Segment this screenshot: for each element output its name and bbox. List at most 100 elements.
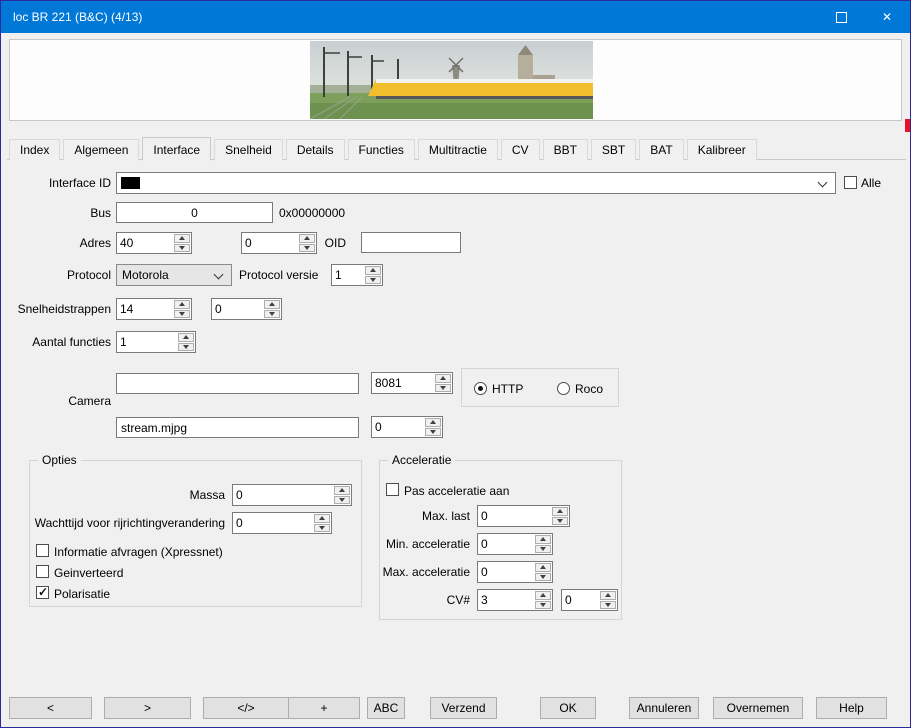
pas-acceleratie-checkbox[interactable] bbox=[386, 483, 399, 496]
tab-details[interactable]: Details bbox=[286, 139, 345, 160]
opties-group-legend: Opties bbox=[38, 453, 81, 467]
annuleren-button[interactable]: Annuleren bbox=[629, 697, 699, 719]
close-icon: ✕ bbox=[882, 10, 892, 24]
min-acceleratie-label: Min. acceleratie bbox=[386, 537, 470, 551]
dialog-window: loc BR 221 (B&C) (4/13) ✕ bbox=[0, 0, 911, 728]
add-button[interactable]: + bbox=[288, 697, 360, 719]
tab-index[interactable]: Index bbox=[9, 139, 60, 160]
protocol-versie-input[interactable] bbox=[332, 265, 365, 285]
tab-bat[interactable]: BAT bbox=[639, 139, 683, 160]
max-acceleratie-spinner bbox=[477, 561, 553, 583]
abc-button[interactable]: ABC bbox=[367, 697, 405, 719]
spin-up-button[interactable] bbox=[174, 234, 190, 243]
spin-up-button[interactable] bbox=[178, 333, 194, 342]
spin-down-button[interactable] bbox=[299, 244, 315, 253]
tab-cv[interactable]: CV bbox=[501, 139, 540, 160]
protocol-versie-spinner bbox=[331, 264, 383, 286]
spin-down-button[interactable] bbox=[552, 517, 568, 526]
camera-protocol-group: HTTP Roco bbox=[461, 368, 619, 407]
close-button[interactable]: ✕ bbox=[864, 1, 910, 33]
help-button[interactable]: Help bbox=[816, 697, 887, 719]
massa-input[interactable] bbox=[233, 485, 334, 505]
spin-up-button[interactable] bbox=[314, 514, 330, 523]
spin-down-button[interactable] bbox=[435, 384, 451, 393]
max-last-input[interactable] bbox=[478, 506, 552, 526]
adres-input[interactable] bbox=[117, 233, 174, 253]
spin-up-button[interactable] bbox=[365, 266, 381, 275]
cv-input-2[interactable] bbox=[562, 590, 600, 610]
spin-up-button[interactable] bbox=[535, 591, 551, 600]
tab-functies[interactable]: Functies bbox=[348, 139, 415, 160]
camera-label: Camera bbox=[68, 394, 111, 408]
tab-kalibreer[interactable]: Kalibreer bbox=[687, 139, 757, 160]
wachttijd-input[interactable] bbox=[233, 513, 314, 533]
tab-bbt[interactable]: BBT bbox=[543, 139, 588, 160]
spin-down-button[interactable] bbox=[174, 244, 190, 253]
spin-up-button[interactable] bbox=[299, 234, 315, 243]
alle-checkbox[interactable] bbox=[844, 176, 857, 189]
polarisatie-checkbox-label: Polarisatie bbox=[54, 587, 110, 601]
spin-up-button[interactable] bbox=[435, 374, 451, 383]
spin-down-button[interactable] bbox=[174, 310, 190, 319]
oid-label: OID bbox=[325, 236, 346, 250]
next-button[interactable]: > bbox=[104, 697, 191, 719]
spin-up-button[interactable] bbox=[600, 591, 616, 600]
spin-down-button[interactable] bbox=[264, 310, 280, 319]
spin-down-button[interactable] bbox=[600, 601, 616, 610]
xpressnet-checkbox[interactable] bbox=[36, 544, 49, 557]
overnemen-button[interactable]: Overnemen bbox=[713, 697, 803, 719]
spin-down-button[interactable] bbox=[535, 601, 551, 610]
interface-id-combobox[interactable] bbox=[116, 172, 836, 194]
camera-input-2[interactable] bbox=[372, 417, 425, 437]
aantal-functies-input[interactable] bbox=[117, 332, 178, 352]
tab-interface[interactable]: Interface bbox=[142, 137, 211, 161]
massa-spinner bbox=[232, 484, 352, 506]
pas-acceleratie-checkbox-label: Pas acceleratie aan bbox=[404, 484, 509, 498]
adres-label: Adres bbox=[80, 236, 111, 250]
aantal-functies-label: Aantal functies bbox=[32, 335, 111, 349]
spin-down-button[interactable] bbox=[535, 573, 551, 582]
camera-spinner-2 bbox=[371, 416, 443, 438]
min-acceleratie-input[interactable] bbox=[478, 534, 535, 554]
spin-down-button[interactable] bbox=[425, 428, 441, 437]
adres-input-2[interactable] bbox=[242, 233, 299, 253]
spin-down-button[interactable] bbox=[314, 524, 330, 533]
spin-up-button[interactable] bbox=[535, 535, 551, 544]
spin-up-button[interactable] bbox=[425, 418, 441, 427]
spin-up-button[interactable] bbox=[535, 563, 551, 572]
ok-button[interactable]: OK bbox=[540, 697, 596, 719]
tab-algemeen[interactable]: Algemeen bbox=[63, 139, 139, 160]
wachttijd-label: Wachttijd voor rijrichtingverandering bbox=[35, 516, 225, 530]
camera-url-input[interactable] bbox=[116, 373, 359, 394]
spin-down-button[interactable] bbox=[178, 343, 194, 352]
maximize-button[interactable] bbox=[818, 1, 864, 33]
http-radio[interactable] bbox=[474, 382, 487, 395]
spin-up-button[interactable] bbox=[334, 486, 350, 495]
spin-down-button[interactable] bbox=[334, 496, 350, 505]
bus-label: Bus bbox=[90, 206, 111, 220]
oid-input[interactable] bbox=[361, 232, 461, 253]
tab-multitractie[interactable]: Multitractie bbox=[418, 139, 498, 160]
spin-up-button[interactable] bbox=[552, 507, 568, 516]
spin-up-button[interactable] bbox=[264, 300, 280, 309]
verzend-button[interactable]: Verzend bbox=[430, 697, 497, 719]
snelheidstrappen-input-2[interactable] bbox=[212, 299, 264, 319]
spin-up-button[interactable] bbox=[174, 300, 190, 309]
protocol-dropdown[interactable]: Motorola bbox=[116, 264, 232, 286]
spin-down-button[interactable] bbox=[535, 545, 551, 554]
roco-radio[interactable] bbox=[557, 382, 570, 395]
spin-down-button[interactable] bbox=[365, 276, 381, 285]
title-bar[interactable]: loc BR 221 (B&C) (4/13) ✕ bbox=[1, 1, 910, 33]
polarisatie-checkbox[interactable] bbox=[36, 586, 49, 599]
tab-sbt[interactable]: SBT bbox=[591, 139, 636, 160]
snelheidstrappen-input[interactable] bbox=[117, 299, 174, 319]
camera-port-input[interactable] bbox=[372, 373, 435, 393]
bus-input[interactable] bbox=[116, 202, 273, 223]
camera-stream-input[interactable] bbox=[116, 417, 359, 438]
geinverteerd-checkbox[interactable] bbox=[36, 565, 49, 578]
cv-input[interactable] bbox=[478, 590, 535, 610]
max-acceleratie-input[interactable] bbox=[478, 562, 535, 582]
tab-snelheid[interactable]: Snelheid bbox=[214, 139, 283, 160]
prev-button[interactable]: < bbox=[9, 697, 92, 719]
code-button[interactable]: </> bbox=[203, 697, 289, 719]
